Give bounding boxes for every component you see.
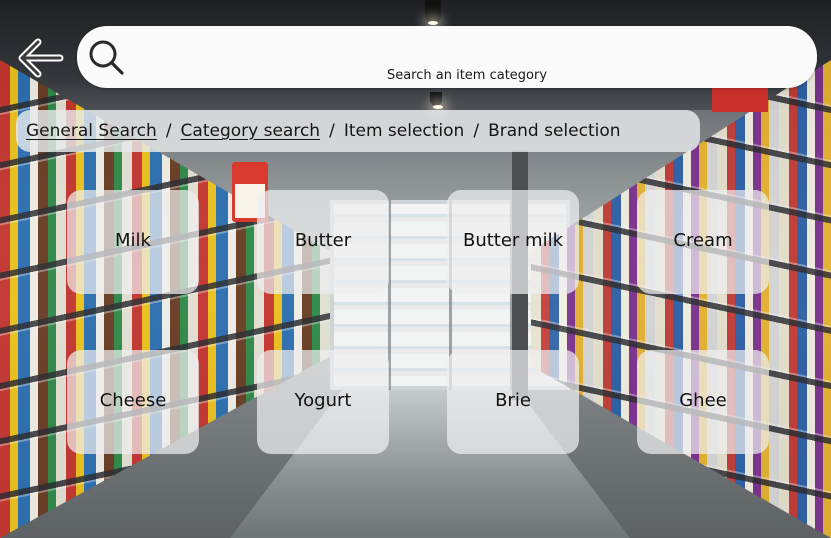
breadcrumb-category-search[interactable]: Category search	[181, 121, 321, 141]
search-icon[interactable]	[87, 38, 125, 76]
price-sign	[712, 86, 768, 112]
category-label: Ghee	[679, 389, 727, 411]
breadcrumb-item-selection: Item selection	[343, 121, 465, 141]
category-tile-butter-milk[interactable]: Butter milk	[447, 190, 579, 294]
ceiling-lamp	[430, 92, 443, 109]
category-tile-ghee[interactable]: Ghee	[637, 350, 769, 454]
category-label: Cream	[673, 229, 733, 251]
breadcrumb-brand-selection: Brand selection	[488, 121, 621, 141]
category-tile-cream[interactable]: Cream	[637, 190, 769, 294]
category-tile-butter[interactable]: Butter	[257, 190, 389, 294]
search-bar[interactable]	[77, 26, 817, 88]
ceiling-lamp	[425, 0, 441, 25]
breadcrumb-separator: /	[473, 121, 480, 141]
category-label: Yogurt	[294, 389, 352, 411]
category-tile-milk[interactable]: Milk	[67, 190, 199, 294]
breadcrumb-separator: /	[329, 121, 335, 141]
category-label: Cheese	[99, 389, 167, 411]
arrow-left-icon	[18, 38, 64, 78]
category-label: Milk	[115, 229, 151, 251]
category-tile-brie[interactable]: Brie	[447, 350, 579, 454]
breadcrumb-separator: /	[165, 121, 172, 141]
back-button[interactable]	[16, 36, 64, 80]
category-tile-yogurt[interactable]: Yogurt	[257, 350, 389, 454]
search-input[interactable]	[137, 26, 797, 88]
category-tile-cheese[interactable]: Cheese	[67, 350, 199, 454]
category-label: Butter milk	[462, 229, 564, 251]
category-label: Brie	[495, 389, 531, 411]
breadcrumb: General Search / Category search / Item …	[16, 110, 700, 152]
breadcrumb-general-search[interactable]: General Search	[26, 121, 157, 141]
category-label: Butter	[294, 229, 352, 251]
